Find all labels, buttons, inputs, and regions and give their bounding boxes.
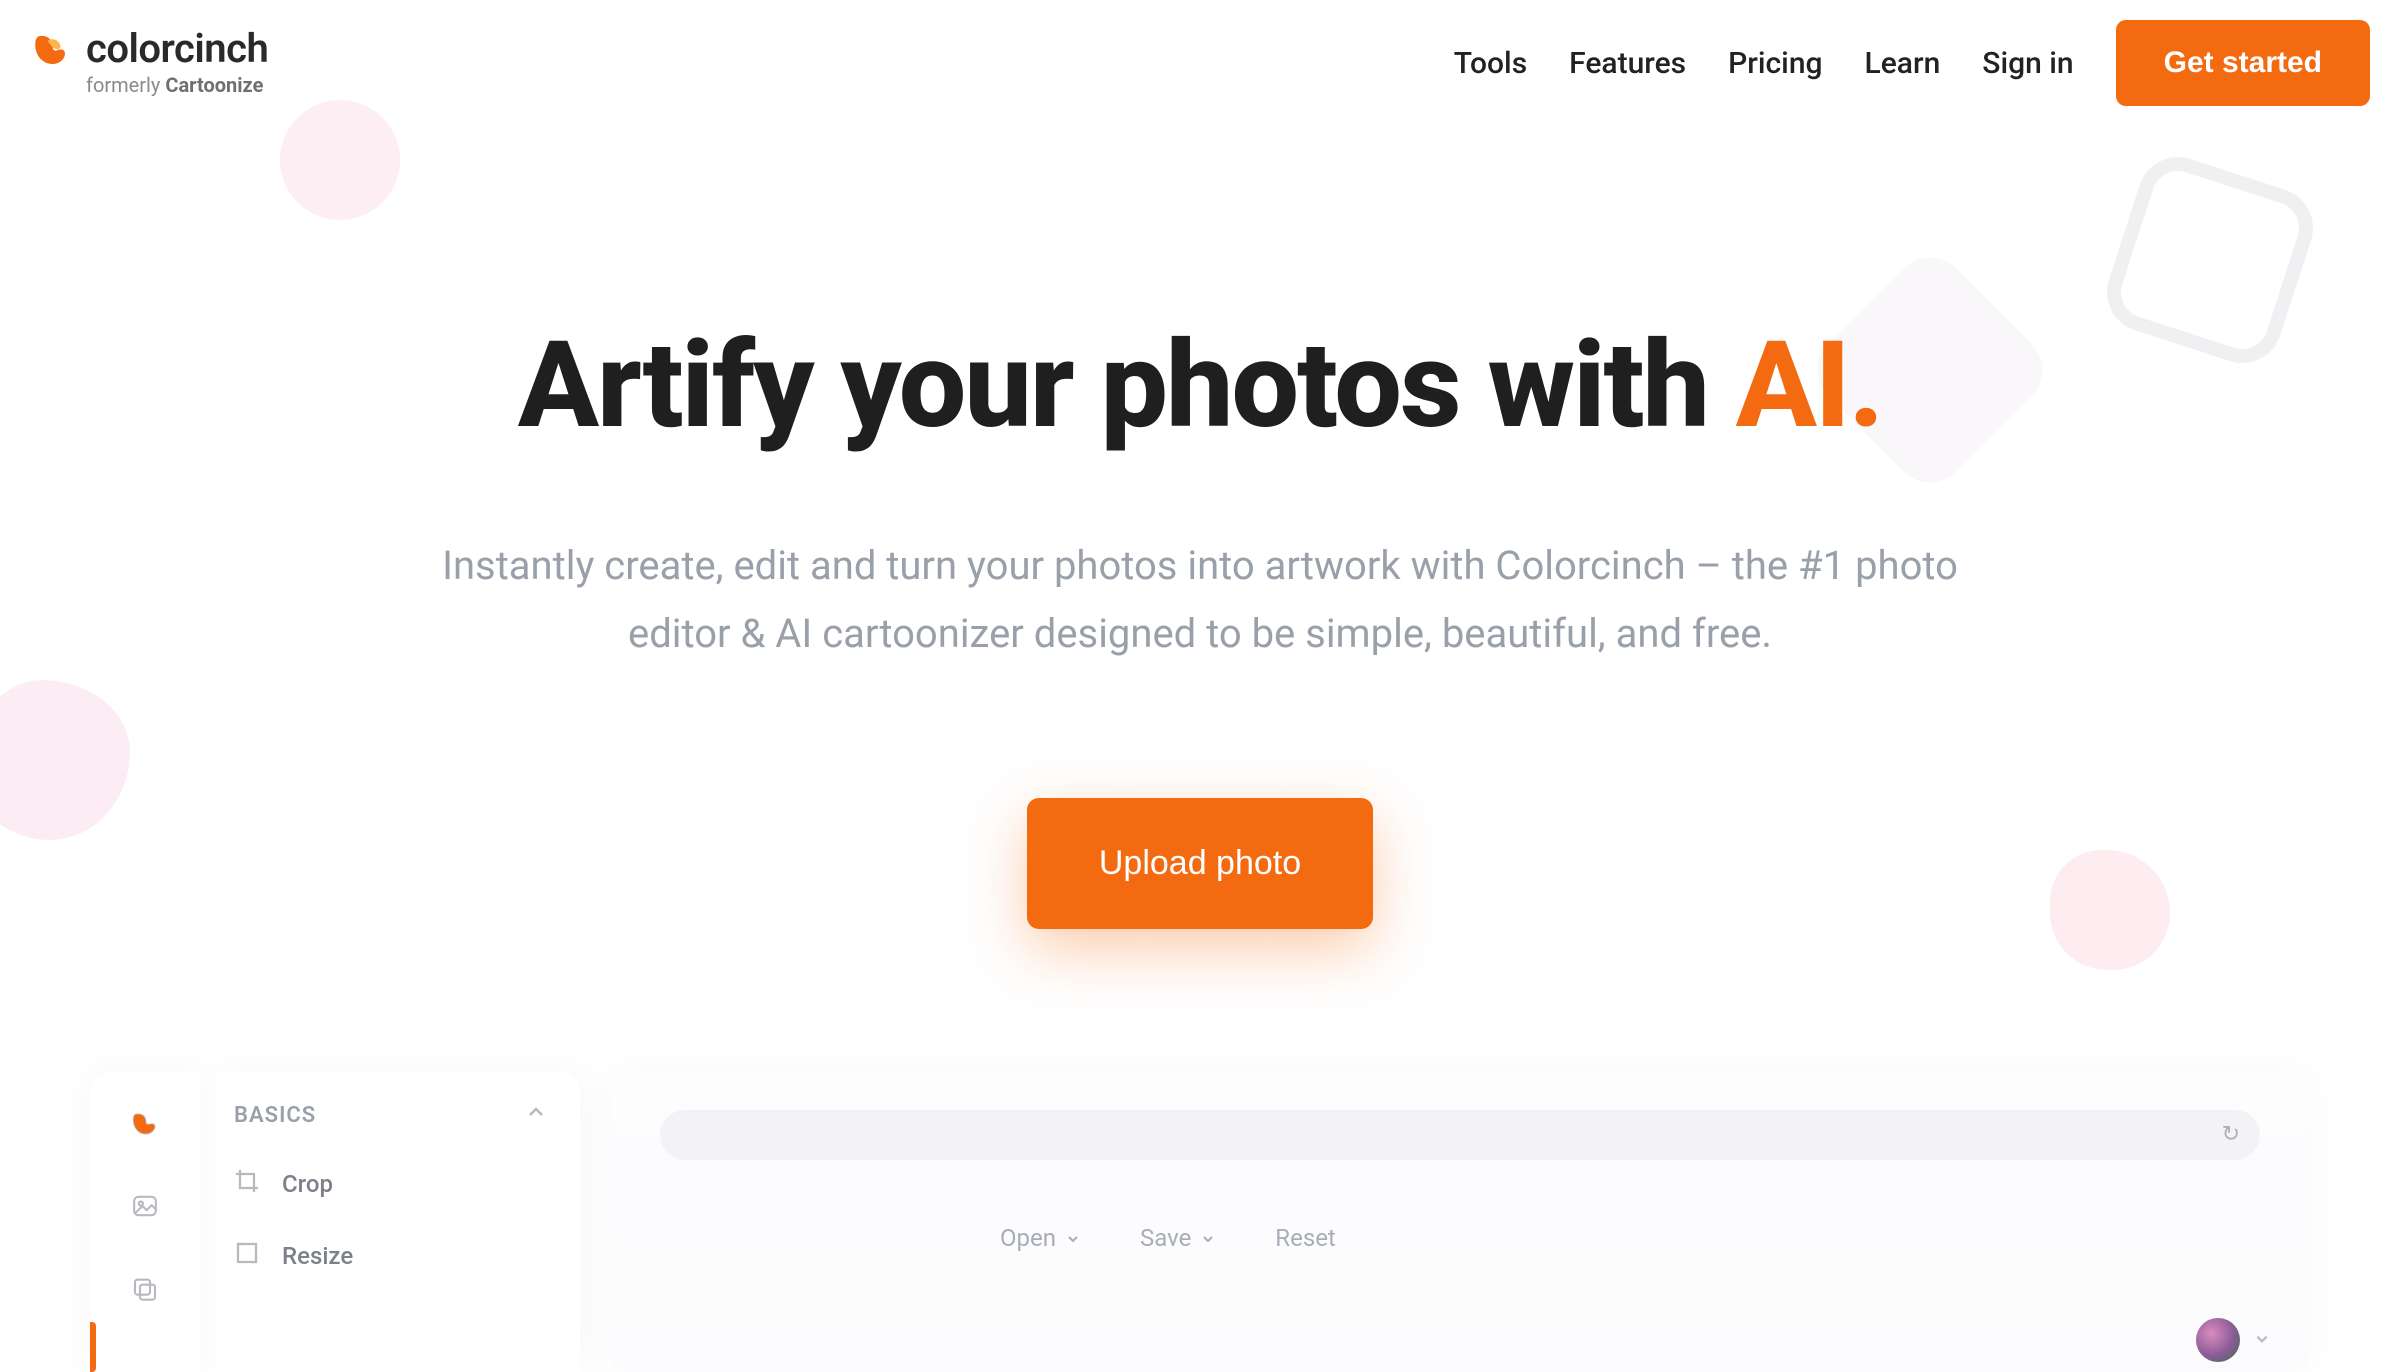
reload-icon[interactable]: ↻ (2222, 1122, 2240, 1147)
brand-tagline-strong: Cartoonize (165, 73, 263, 97)
canvas-url-bar[interactable]: ↻ (660, 1110, 2260, 1160)
panel-item-resize[interactable]: Resize (234, 1240, 546, 1272)
action-label: Save (1140, 1224, 1191, 1252)
nav-learn[interactable]: Learn (1865, 46, 1941, 81)
chevron-down-icon (1066, 1224, 1080, 1252)
chevron-down-icon (1201, 1224, 1215, 1252)
panel-item-crop[interactable]: Crop (234, 1168, 546, 1200)
app-sidebar-icons (90, 1072, 200, 1372)
nav-signin[interactable]: Sign in (1982, 46, 2073, 81)
brand-tagline: formerly Cartoonize (86, 73, 268, 97)
nav-pricing[interactable]: Pricing (1728, 46, 1822, 81)
hero-title-main: Artify your photos with (518, 316, 1736, 456)
canvas-actions: Open Save Reset (1000, 1224, 2260, 1252)
sidebar-image-icon[interactable] (127, 1188, 163, 1224)
crop-icon (234, 1168, 260, 1200)
site-header: colorcinch formerly Cartoonize Tools Fea… (0, 0, 2400, 126)
action-label: Reset (1275, 1224, 1335, 1252)
chevron-down-icon (2254, 1328, 2270, 1352)
logo-mark-icon (30, 29, 72, 71)
sidebar-effects-icon[interactable] (127, 1270, 163, 1306)
brand-name: colorcinch (86, 29, 268, 69)
sidebar-logo-icon[interactable] (127, 1106, 163, 1142)
canvas-action-reset[interactable]: Reset (1275, 1224, 1335, 1252)
avatar (2196, 1318, 2240, 1362)
app-tools-panel: BASICS Crop Resize (200, 1072, 580, 1372)
action-label: Open (1000, 1224, 1056, 1252)
resize-icon (234, 1240, 260, 1272)
sidebar-active-indicator (90, 1322, 96, 1372)
canvas-action-save[interactable]: Save (1140, 1224, 1215, 1252)
logo-text: colorcinch formerly Cartoonize (86, 29, 268, 97)
brand-tagline-prefix: formerly (86, 73, 165, 97)
hero-section: Artify your photos with AI. Instantly cr… (0, 126, 2400, 929)
panel-header[interactable]: BASICS (234, 1102, 546, 1128)
panel-item-label: Resize (282, 1242, 353, 1270)
chevron-up-icon (526, 1102, 546, 1128)
get-started-button[interactable]: Get started (2116, 20, 2370, 106)
panel-item-label: Crop (282, 1170, 333, 1198)
hero-subtitle: Instantly create, edit and turn your pho… (400, 532, 2000, 668)
canvas-action-open[interactable]: Open (1000, 1224, 1080, 1252)
hero-title-accent: AI. (1736, 316, 1882, 456)
user-menu[interactable] (2196, 1318, 2270, 1362)
nav-tools[interactable]: Tools (1454, 46, 1527, 81)
panel-title: BASICS (234, 1103, 316, 1128)
nav-features[interactable]: Features (1569, 46, 1686, 81)
app-canvas: ↻ Open Save Reset (610, 1072, 2310, 1372)
hero-title: Artify your photos with AI. (0, 326, 2400, 446)
logo[interactable]: colorcinch formerly Cartoonize (30, 29, 268, 97)
upload-photo-button[interactable]: Upload photo (1027, 798, 1373, 929)
app-preview: BASICS Crop Resize ↻ (90, 1072, 2310, 1372)
main-nav: Tools Features Pricing Learn Sign in Get… (1454, 20, 2370, 106)
